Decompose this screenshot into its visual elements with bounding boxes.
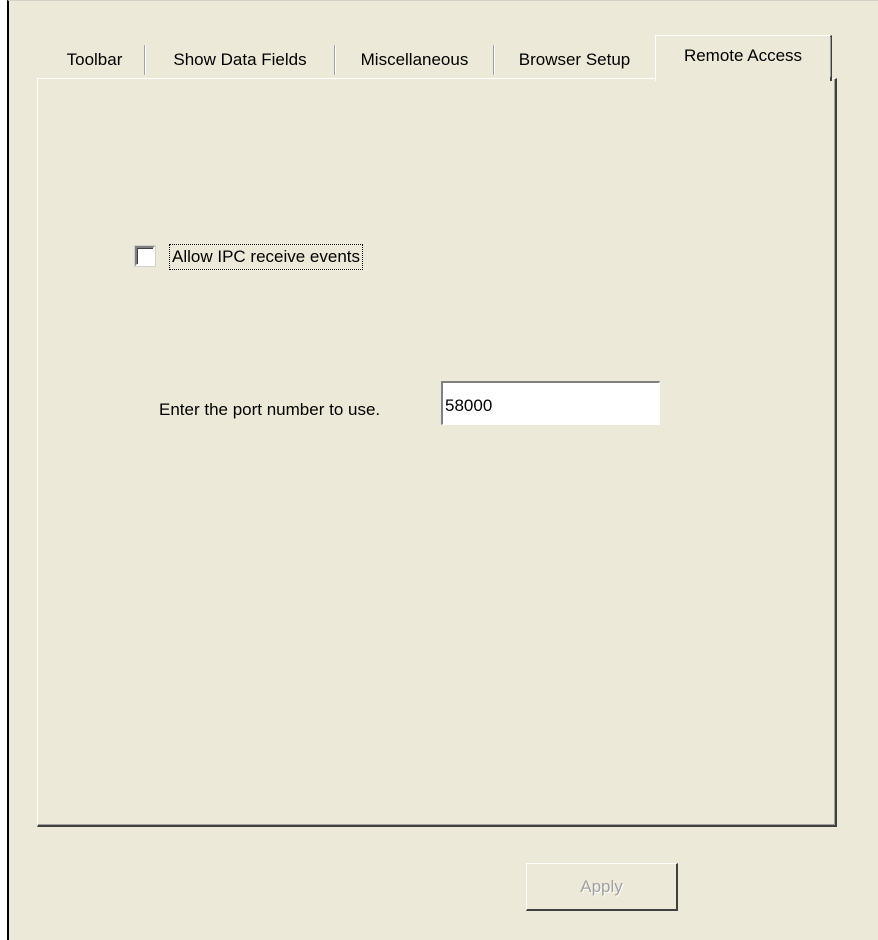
tab-miscellaneous-label: Miscellaneous <box>360 50 469 69</box>
apply-button[interactable]: Apply <box>526 863 678 911</box>
tab-toolbar[interactable]: Toolbar <box>44 39 146 77</box>
port-label: Enter the port number to use. <box>159 400 381 419</box>
tab-show-data-fields-label: Show Data Fields <box>173 50 307 69</box>
tab-remote-access-label: Remote Access <box>683 46 803 65</box>
tab-remote-access[interactable]: Remote Access <box>655 35 832 81</box>
port-input[interactable] <box>441 381 660 425</box>
tab-show-data-fields[interactable]: Show Data Fields <box>145 39 336 77</box>
tab-toolbar-label: Toolbar <box>66 50 123 69</box>
allow-ipc-checkbox[interactable] <box>134 245 156 267</box>
tab-miscellaneous[interactable]: Miscellaneous <box>335 39 495 77</box>
remote-access-panel: Allow IPC receive events Enter the port … <box>37 78 837 827</box>
settings-dialog: Toolbar Show Data Fields Miscellaneous B… <box>7 0 878 940</box>
allow-ipc-label[interactable]: Allow IPC receive events <box>169 244 364 270</box>
tab-browser-setup-label: Browser Setup <box>518 50 631 69</box>
tab-browser-setup[interactable]: Browser Setup <box>494 39 655 77</box>
